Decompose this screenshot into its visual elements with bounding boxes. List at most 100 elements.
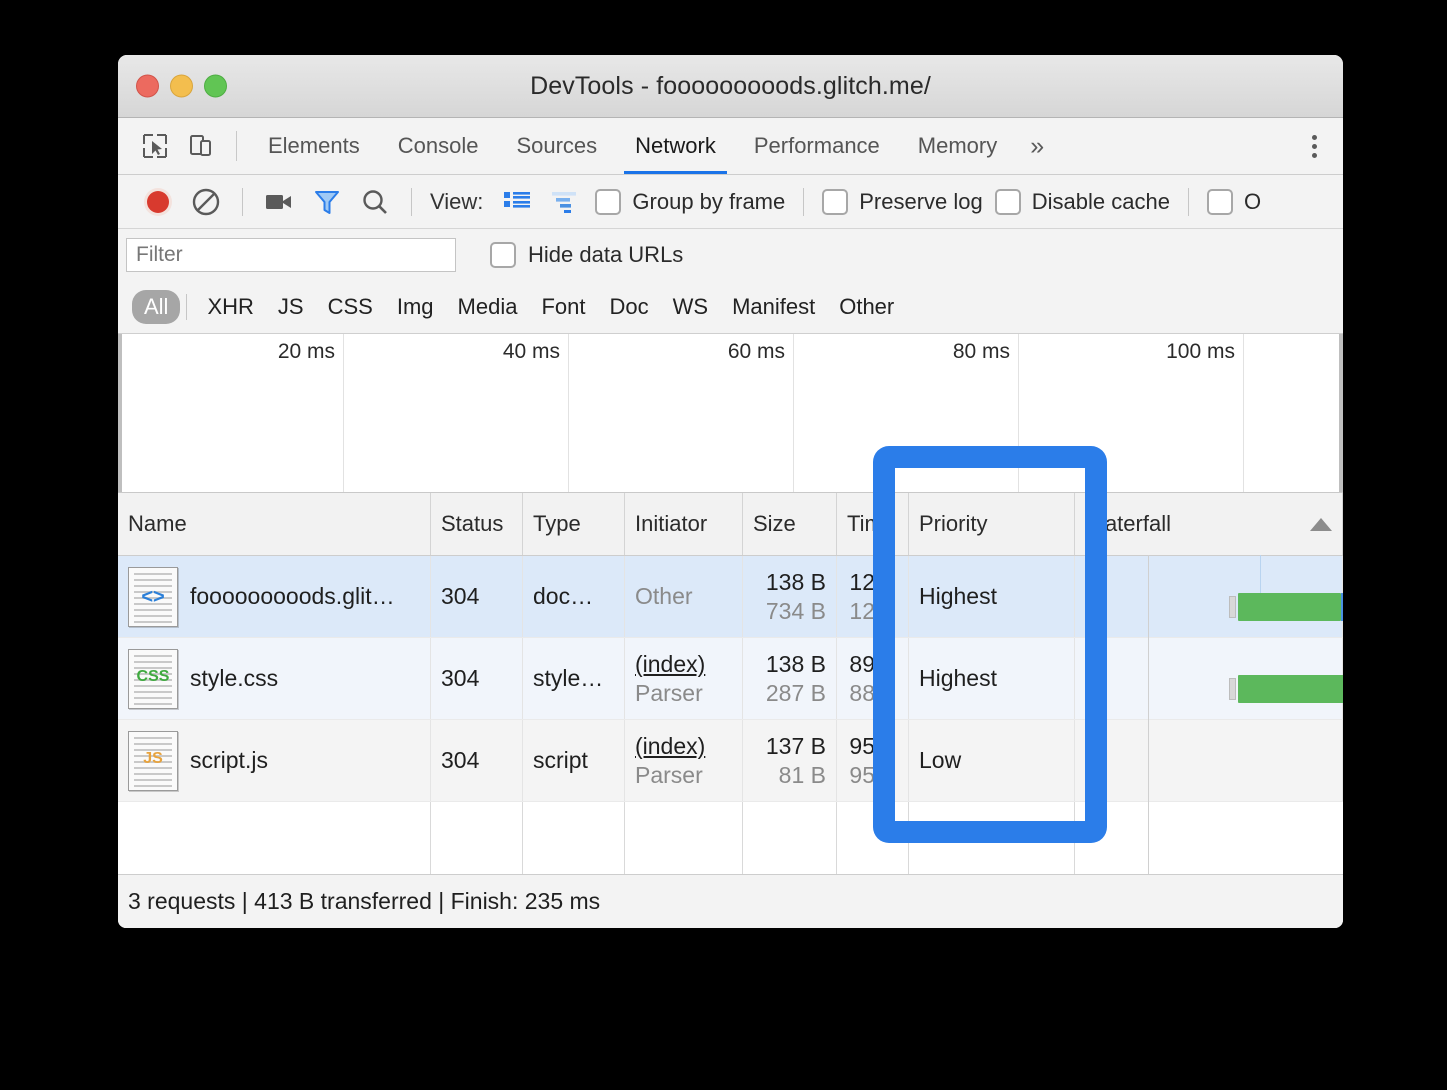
device-toolbar-icon[interactable]	[178, 118, 224, 174]
tab-console[interactable]: Console	[379, 118, 498, 174]
size-uncompressed: 287 B	[765, 679, 826, 706]
initiator-link[interactable]: (index)	[635, 733, 705, 760]
window-title: DevTools - fooooooooods.glitch.me/	[530, 71, 931, 100]
tab-sources-label: Sources	[516, 133, 598, 158]
tabstrip-divider	[236, 131, 237, 161]
hide-data-urls-checkbox[interactable]: Hide data URLs	[490, 242, 683, 268]
tab-console-label: Console	[397, 133, 479, 158]
close-window-button[interactable]	[136, 74, 159, 98]
type-filter-ws[interactable]: WS	[661, 290, 720, 324]
clear-icon[interactable]	[182, 175, 230, 228]
list-view-icon[interactable]	[493, 175, 541, 228]
column-header-priority[interactable]: Priority	[909, 493, 1075, 555]
column-header-initiator[interactable]: Initiator	[625, 493, 743, 555]
type-filter-font[interactable]: Font	[529, 290, 597, 324]
requests-table: Name Status Type Initiator Size Time Pri…	[118, 493, 1343, 874]
overview-tick-80ms: 80 ms	[952, 340, 1010, 363]
table-empty-area	[118, 802, 1343, 874]
preserve-log-checkbox[interactable]: Preserve log	[822, 188, 983, 215]
network-status-bar: 3 requests | 413 B transferred | Finish:…	[118, 874, 1343, 928]
tab-network[interactable]: Network	[616, 118, 735, 174]
cell-time: 95… 95…	[837, 720, 909, 801]
type-filter-all[interactable]: All	[132, 290, 181, 324]
empty-cell-waterfall	[1075, 802, 1343, 874]
empty-cell-initiator	[625, 802, 743, 874]
tab-performance-label: Performance	[753, 133, 880, 158]
initiator-source: Parser	[635, 679, 703, 706]
cell-type: style…	[523, 638, 625, 719]
disable-cache-box[interactable]	[994, 188, 1021, 215]
cell-status: 304	[431, 720, 523, 801]
disable-cache-checkbox[interactable]: Disable cache	[994, 188, 1170, 215]
css-file-icon: CSS	[128, 648, 178, 709]
column-header-waterfall[interactable]: Waterfall	[1075, 493, 1343, 555]
overview-tick-20ms: 20 ms	[277, 340, 335, 363]
type-filter-doc[interactable]: Doc	[597, 290, 660, 324]
inspect-element-icon[interactable]	[132, 118, 178, 174]
cell-priority: Highest	[909, 556, 1075, 637]
hide-data-urls-box[interactable]	[490, 242, 516, 268]
zoom-window-button[interactable]	[204, 74, 227, 98]
cell-status: 304	[431, 556, 523, 637]
table-row[interactable]: CSS style.css 304 style… (index) Parser …	[118, 638, 1343, 720]
column-header-waterfall-label: Waterfall	[1085, 511, 1171, 536]
record-icon[interactable]	[134, 175, 182, 228]
filter-bar: Filter Hide data URLs	[118, 229, 1343, 281]
cell-name[interactable]: CSS style.css	[118, 638, 431, 719]
group-by-frame-box[interactable]	[595, 188, 622, 215]
request-name: style.css	[190, 665, 279, 691]
cell-size: 137 B 81 B	[743, 720, 837, 801]
cell-status: 304	[431, 638, 523, 719]
ascending-sort-arrow[interactable]	[1310, 517, 1332, 531]
group-by-frame-checkbox[interactable]: Group by frame	[595, 188, 785, 215]
time-value: 12…	[849, 568, 898, 595]
camera-icon[interactable]	[255, 175, 303, 228]
type-filter-css[interactable]: CSS	[316, 290, 385, 324]
offline-checkbox[interactable]: O	[1206, 188, 1261, 215]
cell-name[interactable]: <> fooooooooods.glit…	[118, 556, 431, 637]
size-value: 138 B	[765, 650, 826, 677]
type-filter-media[interactable]: Media	[446, 290, 530, 324]
cell-waterfall	[1075, 556, 1343, 637]
cell-initiator[interactable]: (index) Parser	[625, 638, 743, 719]
filter-funnel-icon[interactable]	[303, 175, 351, 228]
tab-memory[interactable]: Memory	[899, 118, 1016, 174]
filter-input[interactable]: Filter	[126, 238, 456, 272]
hide-data-urls-label: Hide data URLs	[528, 242, 684, 267]
type-filter-manifest[interactable]: Manifest	[720, 290, 827, 324]
cell-initiator[interactable]: (index) Parser	[625, 720, 743, 801]
minimize-window-button[interactable]	[170, 74, 193, 98]
type-filter-xhr[interactable]: XHR	[195, 290, 265, 324]
tab-performance[interactable]: Performance	[735, 118, 899, 174]
initiator-source: Other	[635, 583, 693, 609]
screenshot-root: DevTools - fooooooooods.glitch.me/ Eleme…	[0, 0, 1447, 1090]
size-uncompressed: 734 B	[765, 597, 826, 624]
time-value: 89…	[849, 650, 898, 677]
cell-priority: Highest	[909, 638, 1075, 719]
column-header-name[interactable]: Name	[118, 493, 431, 555]
more-tabs-button[interactable]: »	[1016, 118, 1058, 174]
column-header-status[interactable]: Status	[431, 493, 523, 555]
type-filter-img[interactable]: Img	[385, 290, 446, 324]
initiator-link[interactable]: (index)	[635, 651, 705, 678]
kebab-menu-icon[interactable]	[1291, 134, 1343, 158]
tab-elements[interactable]: Elements	[249, 118, 379, 174]
table-row[interactable]: JS script.js 304 script (index) Parser 1…	[118, 720, 1343, 802]
network-overview-timeline[interactable]: 20 ms 40 ms 60 ms 80 ms 100 ms	[118, 334, 1343, 493]
table-row[interactable]: <> fooooooooods.glit… 304 doc… Other 138…	[118, 556, 1343, 638]
cell-initiator[interactable]: Other	[625, 556, 743, 637]
tab-sources[interactable]: Sources	[497, 118, 616, 174]
column-header-size[interactable]: Size	[743, 493, 837, 555]
offline-box[interactable]	[1206, 188, 1233, 215]
preserve-log-box[interactable]	[822, 188, 849, 215]
search-icon[interactable]	[351, 175, 399, 228]
initiator-source: Parser	[635, 761, 703, 788]
column-header-time[interactable]: Time	[837, 493, 909, 555]
type-filter-js[interactable]: JS	[266, 290, 316, 324]
size-uncompressed: 81 B	[778, 761, 826, 788]
overview-right-handle[interactable]	[1339, 334, 1343, 492]
column-header-type[interactable]: Type	[523, 493, 625, 555]
cell-name[interactable]: JS script.js	[118, 720, 431, 801]
type-filter-other[interactable]: Other	[827, 290, 906, 324]
waterfall-view-icon[interactable]	[541, 175, 589, 228]
